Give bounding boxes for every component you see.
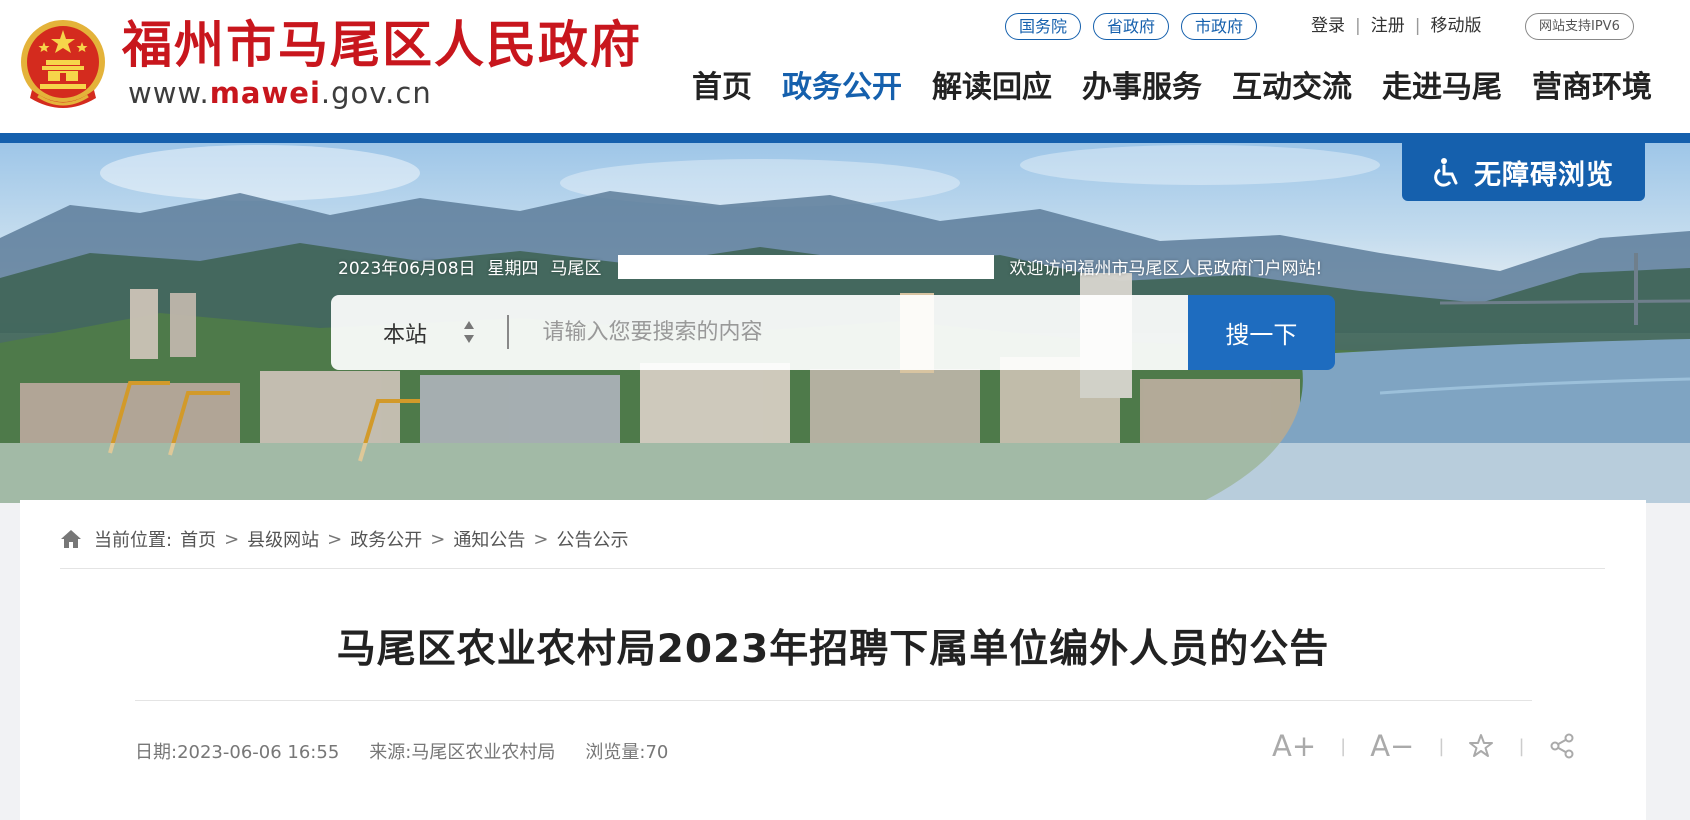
breadcrumb-item-notices[interactable]: 通知公告 xyxy=(453,526,525,552)
gov-link-province[interactable]: 省政府 xyxy=(1093,13,1170,40)
site-url-prefix: www. xyxy=(128,76,210,110)
site-url-suffix: .gov.cn xyxy=(320,76,432,110)
main-nav: 首页 政务公开 解读回应 办事服务 互动交流 走进马尾 营商环境 xyxy=(692,64,1652,112)
content-panel: 当前位置: 首页 > 县级网站 > 政务公开 > 通知公告 > 公告公示 马尾区… xyxy=(20,500,1646,820)
breadcrumb-prefix: 当前位置: xyxy=(94,530,173,551)
nav-item-interpretation[interactable]: 解读回应 xyxy=(932,64,1052,112)
separator: | xyxy=(1438,735,1445,757)
breadcrumb-separator: > xyxy=(224,528,240,550)
home-icon xyxy=(61,530,81,548)
star-icon[interactable] xyxy=(1468,733,1494,759)
login-link[interactable]: 登录 xyxy=(1311,16,1345,36)
welcome-text: 欢迎访问福州市马尾区人民政府门户网站! xyxy=(1009,259,1323,279)
views-value: 70 xyxy=(645,742,669,763)
mobile-link[interactable]: 移动版 xyxy=(1430,16,1481,36)
accessibility-button[interactable]: 无障碍浏览 xyxy=(1402,143,1645,201)
site-title: 福州市马尾区人民政府 xyxy=(122,15,642,74)
search-button[interactable]: 搜一下 xyxy=(1187,295,1335,370)
gov-link-city[interactable]: 市政府 xyxy=(1181,13,1258,40)
article-date: 日期:2023-06-06 16:55 xyxy=(135,738,339,764)
separator: | xyxy=(1414,16,1421,36)
separator: | xyxy=(1340,735,1347,757)
scope-divider xyxy=(506,315,509,349)
national-emblem-icon xyxy=(21,20,105,108)
date-value: 2023-06-06 16:55 xyxy=(177,742,340,763)
gov-link-state-council[interactable]: 国务院 xyxy=(1005,13,1082,40)
search-bar: 本站 搜一下 xyxy=(331,295,1335,370)
breadcrumb-separator: > xyxy=(533,528,549,550)
gov-links: 国务院 省政府 市政府 xyxy=(1005,13,1258,40)
separator: | xyxy=(1518,735,1525,757)
city-banner: 无障碍浏览 2023年06月08日 星期四 马尾区 欢迎访问福州市马尾区人民政府… xyxy=(0,143,1690,503)
article-views: 浏览量:70 xyxy=(585,738,668,764)
accessibility-label: 无障碍浏览 xyxy=(1474,159,1614,191)
site-header: 福州市马尾区人民政府 www.mawei.gov.cn 国务院 省政府 市政府 … xyxy=(0,0,1690,133)
nav-item-home[interactable]: 首页 xyxy=(692,64,752,112)
divider xyxy=(60,568,1605,569)
divider xyxy=(135,700,1532,701)
search-scope-select[interactable]: 本站 xyxy=(331,295,509,370)
nav-item-interaction[interactable]: 互动交流 xyxy=(1232,64,1352,112)
register-link[interactable]: 注册 xyxy=(1371,16,1405,36)
user-links: 登录 | 注册 | 移动版 xyxy=(1311,15,1481,37)
font-increase-button[interactable]: A+ xyxy=(1272,728,1316,764)
search-input[interactable] xyxy=(508,295,1188,370)
weather-widget xyxy=(617,254,994,279)
breadcrumb-item-announcements[interactable]: 公告公示 xyxy=(556,526,628,552)
header-accent-bar xyxy=(0,133,1690,143)
nav-item-about-mawei[interactable]: 走进马尾 xyxy=(1382,64,1502,112)
source-value: 马尾区农业农村局 xyxy=(411,742,556,763)
source-label: 来源: xyxy=(369,742,412,763)
ipv6-badge: 网站支持IPV6 xyxy=(1525,13,1634,40)
breadcrumb-item-county-sites[interactable]: 县级网站 xyxy=(247,526,319,552)
font-decrease-button[interactable]: A− xyxy=(1370,728,1414,764)
nav-item-gov-affairs[interactable]: 政务公开 xyxy=(782,64,902,112)
breadcrumb: 当前位置: 首页 > 县级网站 > 政务公开 > 通知公告 > 公告公示 xyxy=(60,526,628,552)
article-source: 来源:马尾区农业农村局 xyxy=(369,738,555,764)
breadcrumb-separator: > xyxy=(327,528,343,550)
search-scope-value: 本站 xyxy=(383,322,428,348)
nav-item-business-env[interactable]: 营商环境 xyxy=(1532,64,1652,112)
article-tools: A+ | A− | | xyxy=(1272,728,1575,764)
breadcrumb-separator: > xyxy=(430,528,446,550)
current-weekday: 星期四 xyxy=(487,259,539,279)
article-meta: 日期:2023-06-06 16:55 来源:马尾区农业农村局 浏览量:70 xyxy=(135,738,698,764)
date-line: 2023年06月08日 星期四 马尾区 欢迎访问福州市马尾区人民政府门户网站! xyxy=(338,254,1334,279)
views-label: 浏览量: xyxy=(585,742,646,763)
sort-arrows-icon xyxy=(464,321,474,343)
breadcrumb-item-gov-affairs[interactable]: 政务公开 xyxy=(350,526,422,552)
article-title: 马尾区农业农村局2023年招聘下属单位编外人员的公告 xyxy=(336,627,1330,672)
nav-item-services[interactable]: 办事服务 xyxy=(1082,64,1202,112)
date-label: 日期: xyxy=(135,742,178,763)
district-name: 马尾区 xyxy=(550,259,602,279)
site-url-domain: mawei xyxy=(209,76,321,110)
wheelchair-icon xyxy=(1434,158,1458,187)
share-icon[interactable] xyxy=(1549,733,1575,759)
separator: | xyxy=(1355,16,1361,36)
site-url: www.mawei.gov.cn xyxy=(128,76,432,110)
breadcrumb-item-home[interactable]: 首页 xyxy=(180,526,216,552)
current-date: 2023年06月08日 xyxy=(338,259,476,279)
